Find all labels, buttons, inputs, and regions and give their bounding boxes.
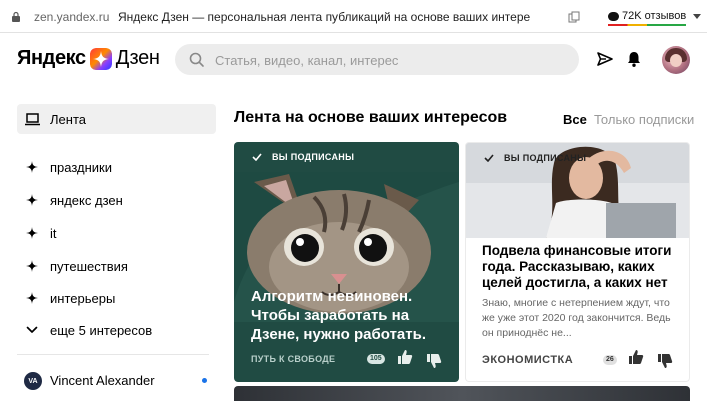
filter-all-tab[interactable]: Все <box>563 112 587 127</box>
card-source[interactable]: ПУТЬ К СВОБОДЕ <box>251 354 335 364</box>
sparkle-icon <box>24 159 40 175</box>
thumbs-up-icon[interactable] <box>397 349 413 365</box>
reviews-text: 72K отзывов <box>622 10 687 22</box>
lock-icon <box>12 11 20 22</box>
url-text[interactable]: zen.yandex.ru <box>34 10 109 24</box>
subscribed-badge: ВЫ ПОДПИСАНЫ <box>252 152 354 162</box>
sidebar-item-label: путешествия <box>50 258 128 274</box>
page-title-text: Яндекс Дзен — персональная лента публика… <box>118 10 531 24</box>
feed-title: Лента на основе ваших интересов <box>234 109 508 126</box>
send-icon[interactable] <box>596 50 614 68</box>
rating-bar <box>608 24 687 26</box>
sparkle-icon <box>24 225 40 241</box>
sidebar-item-label: it <box>50 225 57 241</box>
laptop-icon <box>24 111 40 127</box>
copy-icon[interactable] <box>568 11 580 23</box>
sidebar-item-holidays[interactable]: праздники <box>24 157 112 177</box>
subscribed-badge: ВЫ ПОДПИСАНЫ <box>484 153 586 163</box>
sidebar-item-it[interactable]: it <box>24 223 57 243</box>
sidebar-item-label: еще 5 интересов <box>50 322 153 338</box>
sidebar-item-label: интерьеры <box>50 290 116 306</box>
zen-star-icon <box>89 47 112 70</box>
sidebar-item-label: Лента <box>50 111 86 127</box>
thumbs-up-icon[interactable] <box>628 349 644 365</box>
reviews-badge[interactable]: 72K отзывов <box>604 6 690 26</box>
comments-count[interactable]: 26 <box>603 355 617 365</box>
sidebar-item-label: праздники <box>50 159 113 175</box>
card-snippet[interactable]: Знаю, многие с нетерпением ждут, что же … <box>482 296 677 341</box>
feed-card[interactable]: ВЫ ПОДПИСАНЫ Подвела финансовые итоги го… <box>465 142 690 382</box>
badge-text: ВЫ ПОДПИСАНЫ <box>504 153 587 163</box>
badge-text: ВЫ ПОДПИСАНЫ <box>272 152 355 162</box>
next-feed-card[interactable] <box>234 386 690 401</box>
card-source[interactable]: ЭКОНОМИСТКА <box>482 354 573 366</box>
filter-subscriptions-tab[interactable]: Только подписки <box>594 112 694 127</box>
channel-name[interactable]: Vincent Alexander <box>50 373 155 388</box>
sidebar-item-feed[interactable]: Лента <box>24 109 86 129</box>
search-box[interactable] <box>175 44 579 75</box>
logo-zen-text: Дзен <box>115 47 160 69</box>
search-icon <box>189 52 204 67</box>
sparkle-icon <box>24 192 40 208</box>
logo-yandex-text: Яндекс <box>17 47 86 69</box>
chevron-down-icon <box>24 322 40 338</box>
check-icon <box>484 154 494 162</box>
card-headline[interactable]: Подвела финансовые итоги года. Рассказыв… <box>482 243 682 291</box>
comments-count[interactable]: 105 <box>367 354 385 364</box>
yandex-zen-logo[interactable]: Яндекс Дзен <box>17 47 160 70</box>
sidebar-item-yandex-zen[interactable]: яндекс дзен <box>24 190 123 210</box>
browser-address-bar: zen.yandex.ru Яндекс Дзен — персональная… <box>0 0 707 33</box>
sparkle-icon <box>24 258 40 274</box>
sidebar-item-more-interests[interactable]: еще 5 интересов <box>24 320 152 340</box>
avatar[interactable] <box>662 46 690 74</box>
feed-card[interactable]: ВЫ ПОДПИСАНЫ Алгоритм невиновен. Чтобы з… <box>234 142 459 382</box>
sidebar-item-interiors[interactable]: интерьеры <box>24 288 115 308</box>
check-icon <box>252 153 262 161</box>
sidebar-item-travel[interactable]: путешествия <box>24 256 128 276</box>
thumbs-down-icon[interactable] <box>657 353 673 369</box>
bell-icon[interactable] <box>626 50 642 68</box>
sidebar-item-label: яндекс дзен <box>50 192 123 208</box>
search-input[interactable] <box>215 50 565 70</box>
thumbs-down-icon[interactable] <box>426 353 442 369</box>
card-headline[interactable]: Алгоритм невиновен. Чтобы заработать на … <box>251 287 451 344</box>
chevron-down-icon[interactable] <box>693 14 701 19</box>
chat-bubble-icon <box>608 11 619 21</box>
channel-avatar[interactable]: VA <box>24 372 42 390</box>
sidebar-divider <box>17 354 209 355</box>
unread-dot <box>202 378 207 383</box>
sparkle-icon <box>24 290 40 306</box>
avatar-face <box>670 54 682 67</box>
